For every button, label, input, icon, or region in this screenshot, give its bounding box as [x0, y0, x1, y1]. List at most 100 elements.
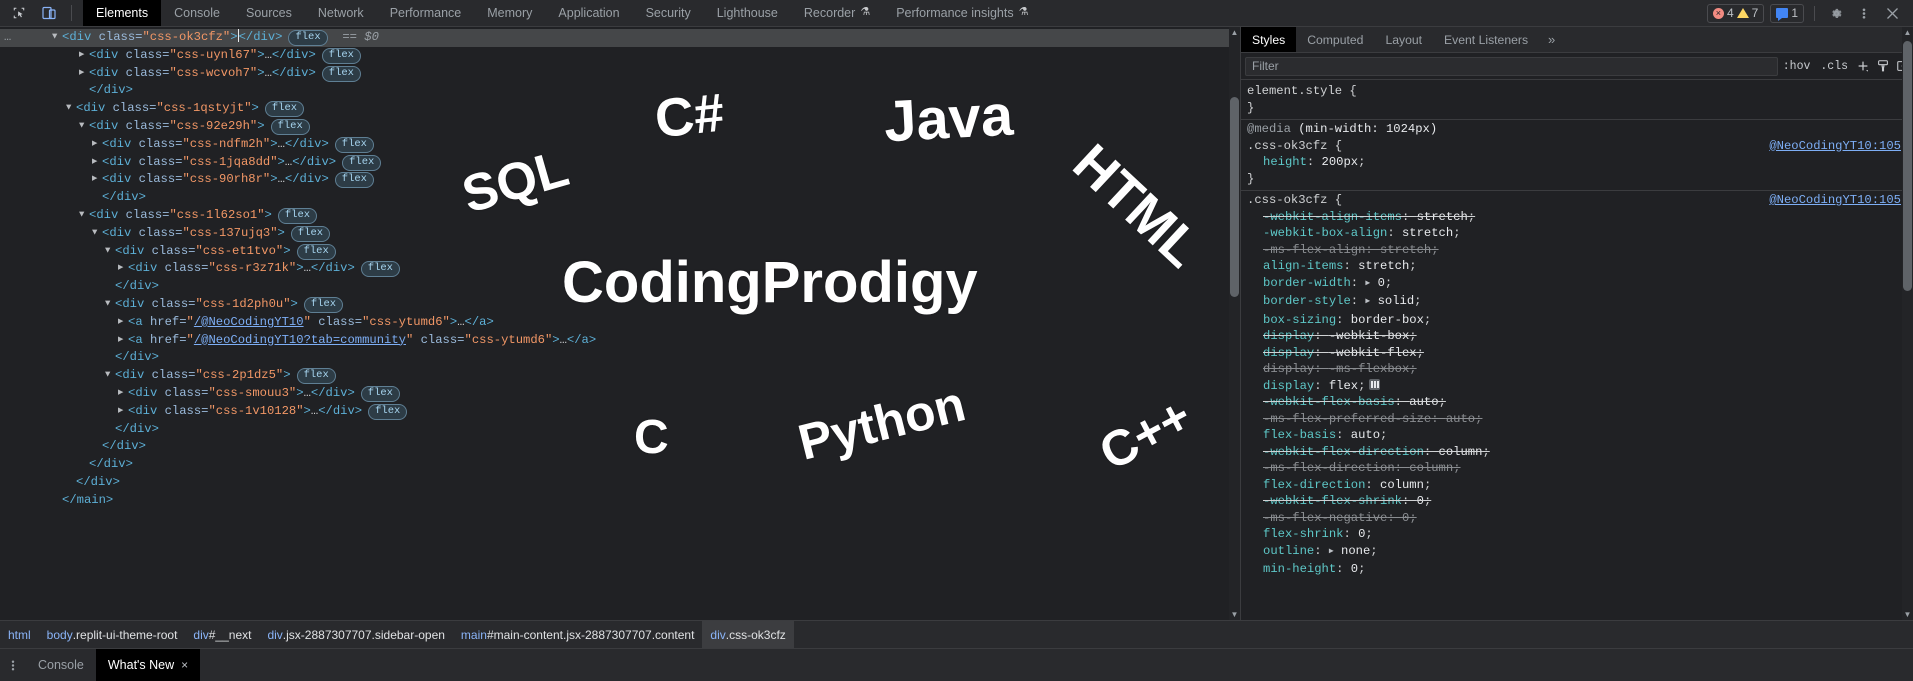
css-declaration[interactable]: border-style: ▶ solid; — [1241, 293, 1913, 312]
vertical-dots-icon[interactable] — [0, 649, 26, 681]
scroll-down-icon[interactable]: ▼ — [1229, 609, 1240, 620]
drawer-tab-what-s-new[interactable]: What's New × — [95, 649, 201, 681]
drawer-tab-console[interactable]: Console — [26, 649, 96, 681]
flex-badge[interactable]: flex — [277, 207, 318, 224]
flex-badge[interactable]: flex — [270, 118, 310, 135]
css-declaration[interactable]: flex-basis: auto; — [1241, 427, 1913, 444]
css-declaration[interactable]: min-height: 0; — [1241, 561, 1913, 578]
flex-badge[interactable]: flex — [334, 172, 374, 189]
tab-performance-insights[interactable]: Performance insights ⚗ — [883, 0, 1041, 26]
css-declaration[interactable]: -webkit-flex-shrink: 0; — [1241, 493, 1913, 510]
breadcrumb-item[interactable]: html — [0, 621, 39, 648]
css-declaration[interactable]: -webkit-align-items: stretch; — [1241, 209, 1913, 226]
expand-arrow-icon[interactable]: ▶ — [1365, 276, 1370, 293]
node-more-icon[interactable]: … — [4, 29, 12, 47]
dom-node[interactable]: ▶ <a href="/@NeoCodingYT10?tab=community"… — [0, 332, 1240, 350]
chevron-right-icon[interactable]: ▶ — [79, 64, 89, 82]
hover-state-button[interactable]: :hov — [1778, 60, 1816, 73]
styles-rules-list[interactable]: element.style {} @media (min-width: 1024p… — [1241, 80, 1913, 620]
gear-icon[interactable] — [1823, 2, 1849, 24]
css-declaration[interactable]: flex-direction: column; — [1241, 477, 1913, 494]
flex-badge[interactable]: flex — [296, 368, 336, 385]
close-icon[interactable]: × — [181, 658, 188, 672]
flex-badge[interactable]: flex — [360, 261, 400, 278]
breadcrumb-item[interactable]: div .jsx-2887307707.sidebar-open — [259, 621, 452, 648]
stylesheet-origin-link[interactable]: @NeoCodingYT10:105 — [1769, 138, 1901, 155]
css-declaration[interactable]: -ms-flex-align: stretch; — [1241, 242, 1913, 259]
dom-node[interactable]: </main> — [0, 492, 1240, 510]
dom-node[interactable]: </div> — [0, 278, 1240, 296]
flex-badge[interactable]: flex — [321, 65, 361, 82]
rule-selector-row[interactable]: .css-ok3cfz {@NeoCodingYT10:105 — [1241, 192, 1913, 209]
breadcrumb-item[interactable]: main #main-content.jsx-2887307707.content — [453, 621, 703, 648]
styles-scroll-up-icon[interactable]: ▲ — [1902, 27, 1913, 38]
dom-node[interactable]: ▶ <a href="/@NeoCodingYT10" class="css-yt… — [0, 314, 1240, 332]
flex-badge[interactable]: flex — [321, 47, 361, 64]
chevron-down-icon[interactable]: ▼ — [105, 367, 115, 385]
dom-node[interactable]: ▶ <div class="css-uynl67">…</div> flex — [0, 47, 1240, 65]
issue-counters[interactable]: × 4 7 — [1706, 3, 1765, 23]
chevron-down-icon[interactable]: ▼ — [66, 100, 76, 118]
stylesheet-origin-link[interactable]: @NeoCodingYT10:105 — [1769, 192, 1901, 209]
dom-node[interactable]: ▼ <div class="css-1d2ph0u"> flex — [0, 296, 1240, 314]
expand-arrow-icon[interactable]: ▶ — [1365, 294, 1370, 311]
dom-node[interactable]: ▼ <div class="css-1l62so1"> flex — [0, 207, 1240, 225]
breadcrumb-item[interactable]: div #__next — [185, 621, 259, 648]
dom-node[interactable]: ▶ <div class="css-r3z71k">…</div> flex — [0, 260, 1240, 278]
flex-badge[interactable]: flex — [290, 225, 331, 242]
dom-node[interactable]: </div> — [0, 421, 1240, 439]
tab-computed[interactable]: Computed — [1296, 27, 1374, 52]
tab-recorder[interactable]: Recorder ⚗ — [791, 0, 883, 26]
dom-node[interactable]: </div> — [0, 189, 1240, 207]
dom-node[interactable]: ▶ <div class="css-smouu3">…</div> flex — [0, 385, 1240, 403]
message-counter[interactable]: 1 — [1770, 3, 1804, 23]
flex-badge[interactable]: flex — [303, 296, 344, 313]
css-declaration[interactable]: flex-shrink: 0; — [1241, 526, 1913, 543]
plus-icon[interactable] — [1853, 56, 1873, 76]
dom-node[interactable]: ▼ <div class="css-2p1dz5"> flex — [0, 367, 1240, 385]
css-declaration[interactable]: display: -webkit-flex; — [1241, 345, 1913, 362]
chevron-right-icon[interactable]: ▶ — [118, 331, 128, 349]
breadcrumb-item[interactable]: body .replit-ui-theme-root — [39, 621, 186, 648]
tab-sources[interactable]: Sources — [233, 0, 305, 26]
dom-pane-scrollbar[interactable]: ▲ ▼ — [1229, 27, 1240, 620]
dom-node[interactable]: </div> — [0, 349, 1240, 367]
css-selector[interactable]: .css-ok3cfz { — [1247, 139, 1342, 153]
css-selector[interactable]: element.style { — [1247, 84, 1357, 98]
dom-node[interactable]: ▼ <div class="css-92e29h"> flex — [0, 118, 1240, 136]
flexbox-editor-icon[interactable] — [1369, 378, 1381, 390]
expand-arrow-icon[interactable]: ▶ — [1329, 544, 1334, 561]
dom-node[interactable]: ▶ <div class="css-1v10128">…</div> flex — [0, 403, 1240, 421]
dom-node[interactable]: ▶ <div class="css-ndfm2h">…</div> flex — [0, 136, 1240, 154]
tab-elements[interactable]: Elements — [83, 0, 162, 26]
flex-badge[interactable]: flex — [342, 154, 382, 171]
breadcrumb-item[interactable]: div .css-ok3cfz — [702, 621, 794, 648]
chevron-right-icon[interactable]: ▶ — [118, 402, 128, 420]
dom-node[interactable]: ▼ <div class="css-et1tvo"> flex — [0, 243, 1240, 261]
css-declaration[interactable]: align-items: stretch; — [1241, 258, 1913, 275]
tab-network[interactable]: Network — [305, 0, 377, 26]
chevron-down-icon[interactable]: ▼ — [105, 295, 115, 313]
css-declaration[interactable]: outline: ▶ none; — [1241, 543, 1913, 562]
dom-node-selected[interactable]: … ▼ <div class="css-ok3cfz"></div> flex == … — [0, 29, 1240, 47]
chevron-right-icon[interactable]: ▶ — [92, 171, 102, 189]
flex-badge[interactable]: flex — [264, 101, 305, 118]
tab-performance[interactable]: Performance — [377, 0, 475, 26]
css-declaration[interactable]: -ms-flex-preferred-size: auto; — [1241, 411, 1913, 428]
rule-selector-row[interactable]: .css-ok3cfz { @NeoCodingYT10:105 — [1241, 138, 1913, 155]
flex-badge[interactable]: flex — [360, 385, 400, 402]
dom-tree[interactable]: … ▼ <div class="css-ok3cfz"></div> flex == … — [0, 27, 1240, 510]
dom-node[interactable]: ▼ <div class="css-137ujq3"> flex — [0, 225, 1240, 243]
chevron-down-icon[interactable]: ▼ — [92, 224, 102, 242]
chevron-right-icon[interactable]: ▶ — [79, 46, 89, 64]
close-icon[interactable] — [1879, 2, 1905, 24]
css-declaration[interactable]: display: -ms-flexbox; — [1241, 361, 1913, 378]
scroll-up-icon[interactable]: ▲ — [1229, 27, 1240, 38]
tab-memory[interactable]: Memory — [474, 0, 545, 26]
dom-node[interactable]: </div> — [0, 456, 1240, 474]
tab-lighthouse[interactable]: Lighthouse — [704, 0, 791, 26]
css-declaration[interactable]: height: 200px; — [1241, 154, 1913, 171]
dom-node[interactable]: </div> — [0, 82, 1240, 100]
chevron-right-icon[interactable]: ▶ — [92, 153, 102, 171]
tab-console[interactable]: Console — [161, 0, 233, 26]
